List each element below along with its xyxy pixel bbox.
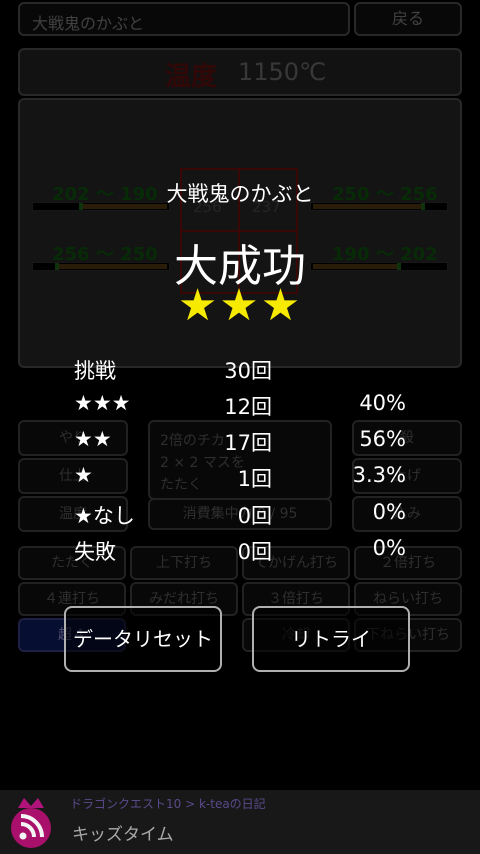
stat-label: 失敗 bbox=[74, 540, 116, 564]
stat-count: 0回 bbox=[237, 504, 272, 528]
stat-percent: 56% bbox=[359, 427, 406, 451]
stat-count: 1回 bbox=[237, 467, 272, 491]
stat-count: 0回 bbox=[237, 540, 272, 564]
result-stars: ★★★ bbox=[177, 280, 303, 331]
stat-percent: 3.3% bbox=[352, 463, 406, 487]
stat-label: ★なし bbox=[74, 504, 135, 528]
stat-percent: 40% bbox=[359, 391, 406, 415]
data-reset-button[interactable]: データリセット bbox=[64, 606, 222, 672]
stat-percent: 0% bbox=[372, 536, 406, 560]
result-item-name: 大戦鬼のかぶと bbox=[166, 182, 314, 206]
stat-label: 挑戦 bbox=[74, 359, 116, 383]
ad-title: キッズタイム bbox=[72, 825, 174, 845]
stat-count: 12回 bbox=[224, 395, 272, 419]
stat-percent: 0% bbox=[372, 500, 406, 524]
ad-source: ドラゴンクエスト10 > k-teaの日記 bbox=[70, 797, 266, 811]
stat-label: ★ bbox=[74, 463, 93, 487]
stat-count: 17回 bbox=[224, 431, 272, 455]
stat-count: 30回 bbox=[224, 359, 272, 383]
retry-button[interactable]: リトライ bbox=[252, 606, 410, 672]
blog-logo-icon bbox=[11, 798, 51, 848]
stat-label: ★★★ bbox=[74, 391, 131, 415]
stat-label: ★★ bbox=[74, 427, 112, 451]
